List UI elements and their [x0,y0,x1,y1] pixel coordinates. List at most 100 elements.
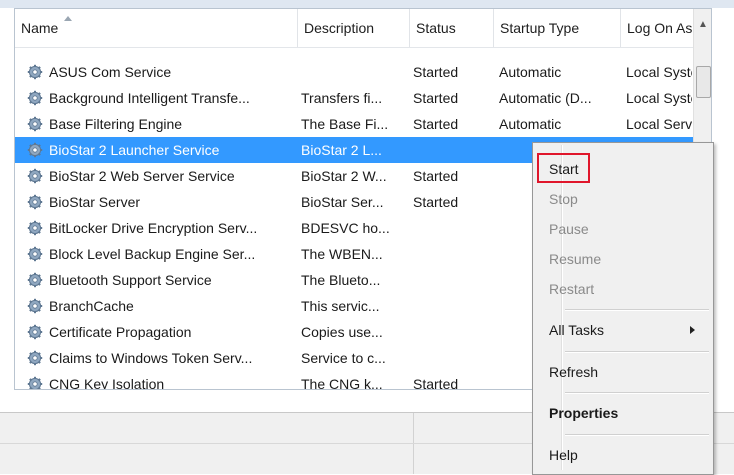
menu-item-resume[interactable]: Resume [535,244,709,274]
service-description-cell: BioStar Ser... [301,194,384,210]
service-status-cell [413,293,491,319]
menu-item-stop[interactable]: Stop [535,184,709,214]
menu-item-restart[interactable]: Restart [535,274,709,304]
gear-icon [27,64,43,80]
service-name-cell: Certificate Propagation [49,324,192,340]
gear-icon [27,194,43,210]
gear-icon [27,350,43,366]
menu-item-label: Stop [549,191,578,207]
service-name-cell: CNG Key Isolation [49,376,165,390]
menu-item-label: Restart [549,281,595,297]
column-header-label: Log On As [627,20,693,36]
service-name-cell: Bluetooth Support Service [49,272,212,288]
service-name-cell: BioStar 2 Web Server Service [49,168,235,184]
sort-ascending-icon [64,16,72,21]
service-status-cell: Started [413,376,459,390]
service-startup-cell: Automatic [499,116,562,132]
service-name-cell: ASUS Com Service [49,64,172,80]
service-logon-cell: Local Servic [626,116,692,132]
service-status-cell: Started [413,194,459,210]
service-status-cell: Started [413,168,459,184]
column-header-log-on-as[interactable]: Log On As [620,9,700,47]
menu-item-refresh[interactable]: Refresh [535,357,709,387]
service-row[interactable]: Background Intelligent Transfe... Transfe… [15,85,693,111]
service-name-cell: Base Filtering Engine [49,116,183,132]
service-status-cell: Started [413,90,459,106]
column-header-description[interactable]: Description [297,9,409,47]
service-logon-cell: Local Syste. [626,64,692,80]
column-header-status[interactable]: Status [409,9,493,47]
menu-separator [565,351,709,353]
service-description-cell: The CNG k... [301,376,383,390]
context-menu: Start Stop Pause Resume Restart All Task… [532,142,714,475]
column-header-label: Startup Type [500,20,580,36]
service-row[interactable]: Base Filtering Engine The Base Fi... Start… [15,111,693,137]
service-status-cell [413,137,491,163]
service-description-cell: Copies use... [301,324,383,340]
service-name-cell: BranchCache [49,298,134,314]
gear-icon [27,220,43,236]
gear-icon [27,324,43,340]
service-description-cell: The Base Fi... [301,116,389,132]
column-header-name[interactable]: Name [15,9,297,47]
service-status-cell: Started [413,64,459,80]
service-name-cell: Background Intelligent Transfe... [49,90,250,106]
window-top-band [0,0,734,8]
menu-item-pause[interactable]: Pause [535,214,709,244]
service-row[interactable]: ASUS Com Service Started Automatic Local Sy… [15,59,693,85]
menu-item-help[interactable]: Help [535,440,709,470]
service-startup-cell: Automatic (D... [499,90,592,106]
menu-separator [565,309,709,311]
column-header-label: Name [21,20,59,36]
service-description-cell: Transfers fi... [301,90,383,106]
menu-item-label: Resume [549,251,602,267]
start-highlight-box [537,153,590,183]
gear-icon [27,298,43,314]
gear-icon [27,116,43,132]
submenu-arrow-icon [690,326,695,334]
service-description-cell [301,59,407,85]
vertical-scroll-thumb[interactable] [696,66,711,98]
menu-item-all-tasks[interactable]: All Tasks [535,315,709,345]
scroll-up-arrow-icon[interactable]: ▲ [694,9,711,47]
gear-icon [27,376,43,389]
column-header-startup-type[interactable]: Startup Type [493,9,620,47]
gear-icon [27,168,43,184]
menu-item-label: Properties [549,405,619,421]
service-status-cell [413,241,491,267]
service-status-cell: Started [413,116,459,132]
gear-icon [27,246,43,262]
menu-item-label: Refresh [549,364,599,380]
menu-item-label: All Tasks [549,322,604,338]
service-name-cell: Block Level Backup Engine Ser... [49,246,256,262]
column-header-label: Description [304,20,375,36]
service-startup-cell: Automatic [499,64,562,80]
service-description-cell: BioStar 2 L... [301,142,382,158]
column-header-row: Name Description Status Startup Type Log… [15,9,693,48]
horizontal-scrollbar[interactable]: ◀ ııı [15,389,535,390]
menu-item-label: Help [549,447,578,463]
menu-separator [565,434,709,436]
service-status-cell [413,319,491,345]
service-logon-cell: Local Syste. [626,90,692,106]
service-description-cell: The WBEN... [301,246,383,262]
service-description-cell: BioStar 2 W... [301,168,387,184]
service-name-cell: Claims to Windows Token Serv... [49,350,253,366]
service-description-cell: Service to c... [301,350,386,366]
service-description-cell: The Blueto... [301,272,381,288]
menu-separator [565,392,709,394]
service-status-cell [413,215,491,241]
service-name-cell: BioStar 2 Launcher Service [49,142,220,158]
service-name-cell: BioStar Server [49,194,141,210]
service-description-cell: BDESVC ho... [301,220,390,236]
service-description-cell: This servic... [301,298,380,314]
gear-icon [27,142,43,158]
service-name-cell: BitLocker Drive Encryption Serv... [49,220,258,236]
gear-icon [27,90,43,106]
service-status-cell [413,345,491,371]
service-status-cell [413,267,491,293]
menu-item-label: Pause [549,221,589,237]
menu-item-properties[interactable]: Properties [535,398,709,428]
column-header-label: Status [416,20,456,36]
gear-icon [27,272,43,288]
